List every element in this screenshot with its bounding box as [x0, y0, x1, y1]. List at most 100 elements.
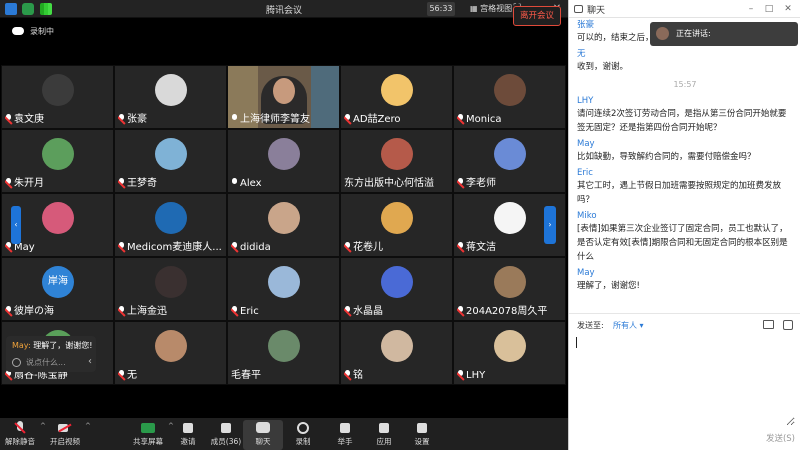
chat-sender: Miko — [577, 211, 597, 221]
chat-message: May 理解了，谢谢您! — [577, 267, 793, 293]
speaking-label: 正在讲话: — [676, 29, 711, 38]
participant-tile[interactable]: 无 — [114, 321, 227, 385]
participant-name: 彼岸の海 — [5, 302, 111, 317]
chat-message: May 比如缺勤，导致解约合同的，需要付赔偿金吗？ — [577, 138, 793, 164]
participant-tile[interactable]: 朱开月 — [1, 129, 114, 193]
chat-history-icon[interactable] — [783, 320, 793, 330]
mic-muted-icon — [118, 242, 125, 251]
chat-bubble-icon — [574, 5, 583, 13]
chat-text: 其它工时，遇上节假日加班需要按照规定的加班费发放吗？ — [577, 181, 782, 205]
participant-tile[interactable]: 毛春平 — [227, 321, 340, 385]
toolbar-video-off-button[interactable]: 开启视频 — [45, 420, 85, 450]
leave-meeting-button[interactable]: 离开会议 — [513, 6, 561, 26]
participant-avatar: 岸海 — [42, 266, 74, 298]
file-folder-icon[interactable] — [763, 320, 774, 329]
view-mode-button[interactable]: ▦ 宫格视图 — [466, 2, 516, 16]
toolbar-settings-button[interactable]: 设置 — [402, 420, 442, 450]
participant-name-label: 朱开月 — [14, 178, 44, 189]
participant-tile[interactable]: LHY — [453, 321, 566, 385]
mic-muted-icon — [457, 306, 464, 315]
send-to-select[interactable]: 所有人 ▾ — [613, 320, 644, 331]
participant-tile[interactable]: 花卷儿 — [340, 193, 453, 257]
toolbar-members-button[interactable]: 成员(36) — [206, 420, 246, 450]
participant-name: 张豪 — [118, 110, 224, 125]
toolbar-label: 解除静音 — [5, 437, 35, 446]
mic-muted-icon — [118, 178, 125, 187]
chat-input[interactable] — [575, 336, 795, 426]
toolbar-options-caret-icon[interactable]: ^ — [85, 422, 91, 430]
participant-tile[interactable]: Eric — [227, 257, 340, 321]
popup-input[interactable]: 说点什么... — [12, 357, 84, 369]
send-button[interactable]: 发送(S) — [745, 432, 795, 446]
participant-name-label: 袁文庚 — [14, 114, 44, 125]
participant-tile[interactable]: 204A2078周久平 — [453, 257, 566, 321]
collapse-arrow-icon[interactable]: ‹ — [88, 356, 92, 367]
cloud-record-icon — [12, 27, 24, 35]
prev-page-button[interactable]: ‹ — [11, 206, 21, 244]
chat-maximize-icon[interactable]: □ — [763, 2, 775, 16]
participant-tile[interactable]: 李老师 — [453, 129, 566, 193]
participant-tile[interactable]: 袁文庚 — [1, 65, 114, 129]
emoji-icon[interactable] — [12, 358, 21, 367]
participant-avatar — [381, 202, 413, 234]
toolbar-share-screen-button[interactable]: 共享屏幕 — [128, 420, 168, 450]
chat-timestamp: 15:57 — [673, 80, 697, 89]
chat-header: 聊天 – □ ✕ — [569, 0, 800, 18]
participant-tile[interactable]: 东方出版中心何恬溢 — [340, 129, 453, 193]
participant-tile[interactable]: Medicom麦迪康人... — [114, 193, 227, 257]
chat-minimize-icon[interactable]: – — [745, 2, 757, 16]
participant-tile[interactable]: 张豪 — [114, 65, 227, 129]
participant-avatar — [42, 202, 74, 234]
toolbar-apps-button[interactable]: 应用 — [364, 420, 404, 450]
recording-bar: 录制中 — [0, 18, 568, 48]
chat-close-icon[interactable]: ✕ — [782, 2, 794, 16]
video-face — [273, 78, 295, 104]
participant-tile[interactable]: Alex — [227, 129, 340, 193]
participant-name-label: 毛春平 — [231, 370, 261, 381]
participant-tile[interactable]: 岸海彼岸の海 — [1, 257, 114, 321]
toolbar-label: 录制 — [295, 437, 311, 446]
participant-name: May — [5, 242, 111, 253]
mic-muted-icon — [457, 114, 464, 123]
participant-name-label: 东方出版中心何恬溢 — [344, 178, 434, 189]
mic-muted-icon — [5, 178, 12, 187]
participant-name-label: 王梦奇 — [127, 178, 157, 189]
chat-sender: Eric — [577, 168, 593, 178]
toolbar-chat-button[interactable]: 聊天 — [243, 420, 283, 450]
toolbar-label: 成员(36) — [210, 437, 242, 446]
participant-name-label: 彼岸の海 — [14, 306, 54, 317]
toolbar-record-button[interactable]: 录制 — [283, 420, 323, 450]
toolbar-mic-muted-button[interactable]: 解除静音 — [0, 420, 40, 450]
participant-name: 上海律师李箐友 — [231, 110, 337, 125]
participant-tile[interactable]: AD喆Zero — [340, 65, 453, 129]
participant-name-label: 铭 — [353, 370, 363, 381]
participant-tile[interactable]: 王梦奇 — [114, 129, 227, 193]
participant-tile[interactable]: Monica — [453, 65, 566, 129]
toolbar-invite-button[interactable]: 邀请 — [168, 420, 208, 450]
participant-name: 花卷儿 — [344, 238, 450, 253]
participant-name-label: 张豪 — [127, 114, 147, 125]
chat-message: Eric 其它工时，遇上节假日加班需要按照规定的加班费发放吗？ — [577, 167, 793, 207]
participant-name: 铭 — [344, 366, 450, 381]
apps-icon — [377, 421, 391, 435]
chat-text: 收到，谢谢。 — [577, 62, 629, 72]
mic-muted-icon — [5, 114, 12, 123]
participant-tile[interactable]: 铭 — [340, 321, 453, 385]
participant-tile[interactable]: 水晶晶 — [340, 257, 453, 321]
participant-name: didida — [231, 242, 337, 253]
chat-popup[interactable]: May: 理解了，谢谢您! 说点什么... ‹ — [6, 336, 96, 372]
participant-avatar — [155, 138, 187, 170]
participant-tile[interactable]: 上海金迅 — [114, 257, 227, 321]
participant-avatar — [494, 138, 526, 170]
participant-tile[interactable]: 上海律师李箐友 — [227, 65, 340, 129]
participant-avatar — [494, 330, 526, 362]
mic-muted-icon — [344, 114, 351, 123]
toolbar-raise-hand-button[interactable]: 举手 — [325, 420, 365, 450]
participant-avatar — [268, 330, 300, 362]
send-target-row: 发送至: 所有人 ▾ — [569, 313, 800, 333]
next-page-button[interactable]: › — [544, 206, 556, 244]
participant-name-label: 花卷儿 — [353, 242, 383, 253]
participant-name: 水晶晶 — [344, 302, 450, 317]
members-icon — [219, 421, 233, 435]
participant-tile[interactable]: didida — [227, 193, 340, 257]
